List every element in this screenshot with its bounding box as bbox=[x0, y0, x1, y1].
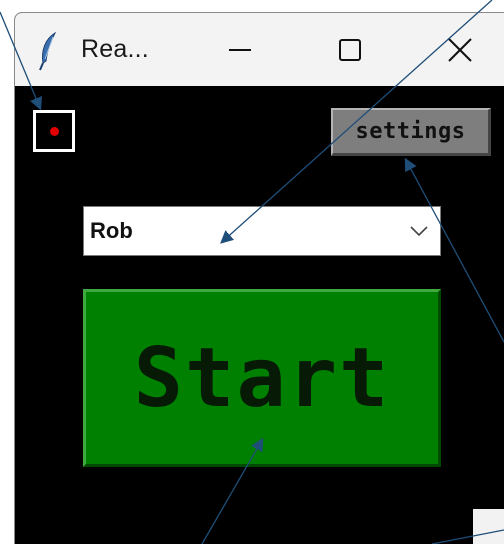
window-title: Rea... bbox=[81, 35, 149, 63]
minimize-icon bbox=[229, 48, 251, 51]
start-button[interactable]: Start bbox=[83, 289, 441, 467]
status-dot bbox=[50, 127, 59, 136]
minimize-button[interactable] bbox=[205, 13, 275, 86]
close-icon bbox=[448, 37, 472, 62]
maximize-icon bbox=[339, 38, 361, 61]
chevron-down-icon[interactable] bbox=[408, 222, 430, 240]
combobox-selected-value: Rob bbox=[90, 218, 133, 243]
feather-icon bbox=[39, 31, 57, 71]
close-button[interactable] bbox=[425, 13, 495, 86]
screenshot-stage: Rea... settings Rob Start bbox=[0, 0, 504, 544]
name-combobox[interactable]: Rob bbox=[83, 206, 441, 256]
app-window: Rea... settings Rob Start bbox=[14, 12, 504, 544]
settings-button[interactable]: settings bbox=[331, 108, 491, 156]
corner-widget bbox=[473, 509, 504, 544]
title-bar[interactable]: Rea... bbox=[15, 13, 504, 86]
maximize-button[interactable] bbox=[315, 13, 385, 86]
status-indicator-box bbox=[33, 110, 75, 152]
